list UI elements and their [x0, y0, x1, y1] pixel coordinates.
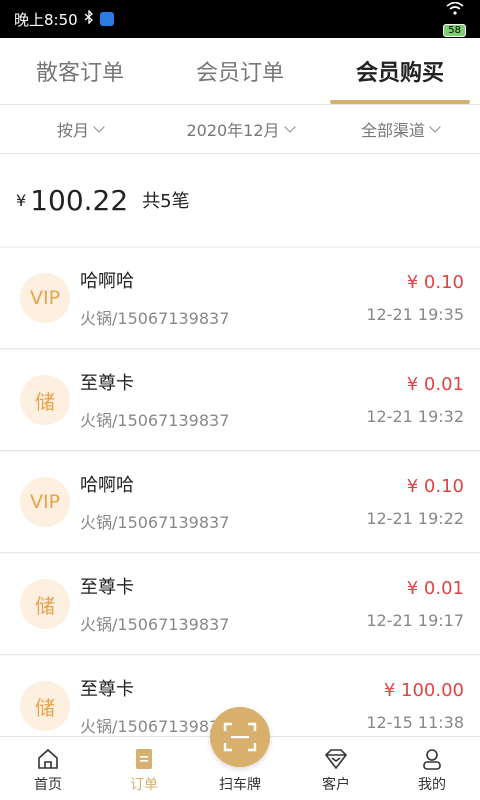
summary-total: 100.22	[30, 183, 129, 217]
chevron-down-icon	[429, 121, 441, 133]
filter-period[interactable]: 按月	[0, 105, 160, 153]
bluetooth-icon	[84, 9, 94, 28]
active-tab-indicator	[330, 100, 470, 104]
nav-customers[interactable]: 客户	[288, 737, 384, 800]
store-phone: 火锅/1506713983	[80, 717, 220, 736]
store-phone: 火锅/15067139837	[80, 513, 230, 532]
order-summary: ¥ 100.22 共5笔	[0, 154, 480, 246]
store-phone: 火锅/15067139837	[80, 411, 230, 430]
user-icon	[423, 749, 441, 770]
card-name: 至尊卡	[80, 373, 134, 394]
stored-value-badge-icon: 储	[20, 375, 70, 425]
stored-value-badge-icon: 储	[20, 579, 70, 629]
scan-plate-button[interactable]	[210, 707, 270, 767]
stored-value-badge-icon: 储	[20, 681, 70, 731]
filter-channel[interactable]: 全部渠道	[320, 105, 480, 153]
app-notification-icon	[99, 12, 114, 26]
list-item[interactable]: 储 至尊卡 火锅/15067139837 ¥ 0.01 12-21 19:17	[0, 554, 480, 655]
order-time: 12-21 19:35	[366, 305, 464, 324]
order-amount: ¥ 100.00	[383, 680, 464, 701]
home-icon	[38, 748, 58, 769]
scan-icon	[223, 722, 257, 752]
list-item[interactable]: VIP 哈啊哈 火锅/15067139837 ¥ 0.10 12-21 19:2…	[0, 452, 480, 553]
wifi-icon	[446, 1, 464, 18]
summary-count: 共5笔	[142, 191, 190, 212]
order-amount: ¥ 0.01	[406, 374, 464, 395]
nav-home[interactable]: 首页	[0, 737, 96, 800]
order-time: 12-21 19:22	[366, 509, 464, 528]
order-tabs: 散客订单 会员订单 会员购买	[0, 38, 480, 105]
tab-member-purchase[interactable]: 会员购买	[320, 38, 480, 104]
filter-bar: 按月 2020年12月 全部渠道	[0, 105, 480, 154]
store-phone: 火锅/15067139837	[80, 309, 230, 328]
order-icon	[136, 749, 152, 769]
list-item[interactable]: VIP 哈啊哈 火锅/15067139837 ¥ 0.10 12-21 19:3…	[0, 248, 480, 349]
diamond-icon	[325, 749, 347, 770]
card-name: 至尊卡	[80, 577, 134, 598]
card-name: 至尊卡	[80, 679, 134, 700]
card-name: 哈啊哈	[80, 475, 134, 496]
store-phone: 火锅/15067139837	[80, 615, 230, 634]
order-amount: ¥ 0.01	[406, 578, 464, 599]
nav-orders[interactable]: 订单	[96, 737, 192, 800]
battery-indicator: 58	[443, 23, 466, 37]
nav-mine[interactable]: 我的	[384, 737, 480, 800]
status-time: 晚上8:50	[14, 10, 78, 29]
vip-badge-icon: VIP	[20, 477, 70, 527]
order-time: 12-21 19:17	[366, 611, 464, 630]
tab-walkin-orders[interactable]: 散客订单	[0, 38, 160, 104]
status-bar: 晚上8:50 58	[0, 0, 480, 55]
order-amount: ¥ 0.10	[406, 476, 464, 497]
order-amount: ¥ 0.10	[406, 272, 464, 293]
card-name: 哈啊哈	[80, 271, 134, 292]
order-list: VIP 哈啊哈 火锅/15067139837 ¥ 0.10 12-21 19:3…	[0, 248, 480, 758]
chevron-down-icon	[93, 121, 105, 133]
chevron-down-icon	[283, 121, 296, 133]
filter-month[interactable]: 2020年12月	[160, 105, 320, 153]
order-time: 12-21 19:32	[366, 407, 464, 426]
list-item[interactable]: 储 至尊卡 火锅/15067139837 ¥ 0.01 12-21 19:32	[0, 350, 480, 451]
tab-member-orders[interactable]: 会员订单	[160, 38, 320, 104]
order-time: 12-15 11:38	[366, 713, 464, 732]
currency-symbol: ¥	[16, 190, 27, 210]
vip-badge-icon: VIP	[20, 273, 70, 323]
